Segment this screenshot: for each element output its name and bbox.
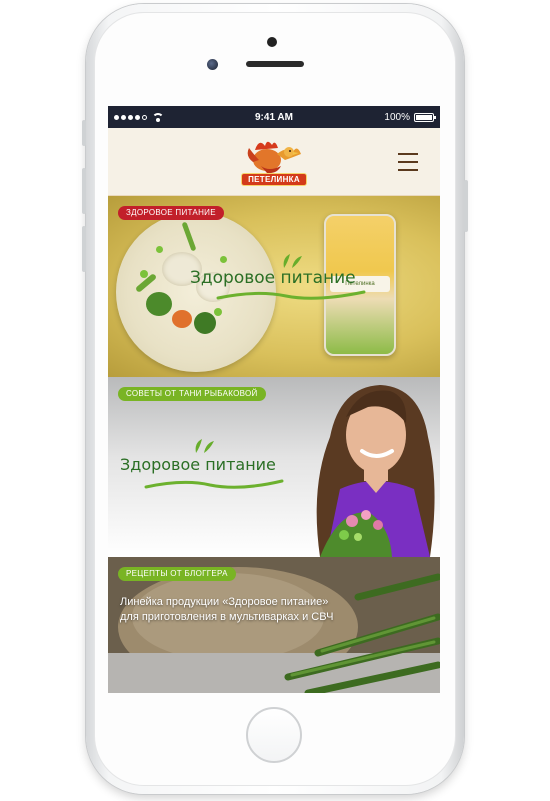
recipe-line-1: Линейка продукции «Здоровое питание»	[120, 596, 329, 608]
proximity-sensor	[207, 59, 218, 70]
wifi-icon	[152, 112, 164, 122]
recipe-description: Линейка продукции «Здоровое питание» для…	[120, 595, 333, 625]
phone-screen: 9:41 AM 100% ПЕТЕЛИНКА Петелинка ЗДОРОВО…	[108, 106, 440, 693]
category-tag[interactable]: ЗДОРОВОЕ ПИТАНИЕ	[118, 206, 224, 220]
hamburger-menu-icon[interactable]	[398, 153, 418, 171]
petelinka-logo[interactable]: ПЕТЕЛИНКА	[241, 136, 307, 188]
brand-title: Здоровое питание	[120, 455, 276, 474]
leaf-icon	[195, 439, 214, 453]
brand-title: Здоровое питание	[190, 268, 356, 288]
home-button[interactable]	[246, 707, 302, 763]
volume-down-button	[82, 226, 86, 272]
mute-switch	[82, 120, 86, 146]
swoosh-decoration	[216, 290, 366, 300]
status-bar: 9:41 AM 100%	[108, 106, 440, 128]
earpiece-speaker	[246, 61, 304, 67]
signal-strength-icon	[114, 114, 147, 120]
category-tag[interactable]: СОВЕТЫ ОТ ТАНИ РЫБАКОВОЙ	[118, 387, 266, 401]
logo-text: ПЕТЕЛИНКА	[241, 173, 307, 186]
recipe-line-2: для приготовления в мультиварках и СВЧ	[120, 611, 334, 623]
battery-area: 100%	[384, 106, 436, 128]
battery-icon	[414, 112, 436, 122]
banner-blogger-recipes[interactable]: РЕЦЕПТЫ ОТ БЛОГГЕРА Линейка продукции «З…	[108, 557, 440, 693]
volume-up-button	[82, 168, 86, 214]
banner-tips-tanya[interactable]: СОВЕТЫ ОТ ТАНИ РЫБАКОВОЙ Здоровое питани…	[108, 377, 440, 557]
app-header: ПЕТЕЛИНКА	[108, 128, 440, 196]
battery-percent: 100%	[384, 111, 410, 123]
power-button	[464, 180, 468, 232]
banner-healthy-food[interactable]: Петелинка ЗДОРОВОЕ ПИТАНИЕ Здоровое пита…	[108, 196, 440, 377]
front-camera	[267, 37, 277, 47]
woman-portrait-image	[316, 385, 435, 557]
category-tag[interactable]: РЕЦЕПТЫ ОТ БЛОГГЕРА	[118, 567, 236, 581]
battery-fill	[416, 114, 432, 120]
status-time: 9:41 AM	[255, 111, 293, 123]
swoosh-decoration	[144, 479, 284, 489]
signal-area	[114, 106, 164, 128]
